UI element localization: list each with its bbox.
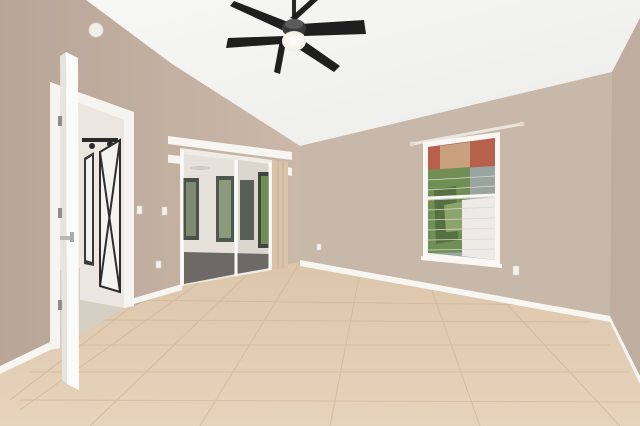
smoke-detector — [88, 22, 104, 38]
barn-door — [99, 138, 121, 294]
room-photo — [0, 0, 640, 426]
fan-light — [282, 31, 306, 51]
